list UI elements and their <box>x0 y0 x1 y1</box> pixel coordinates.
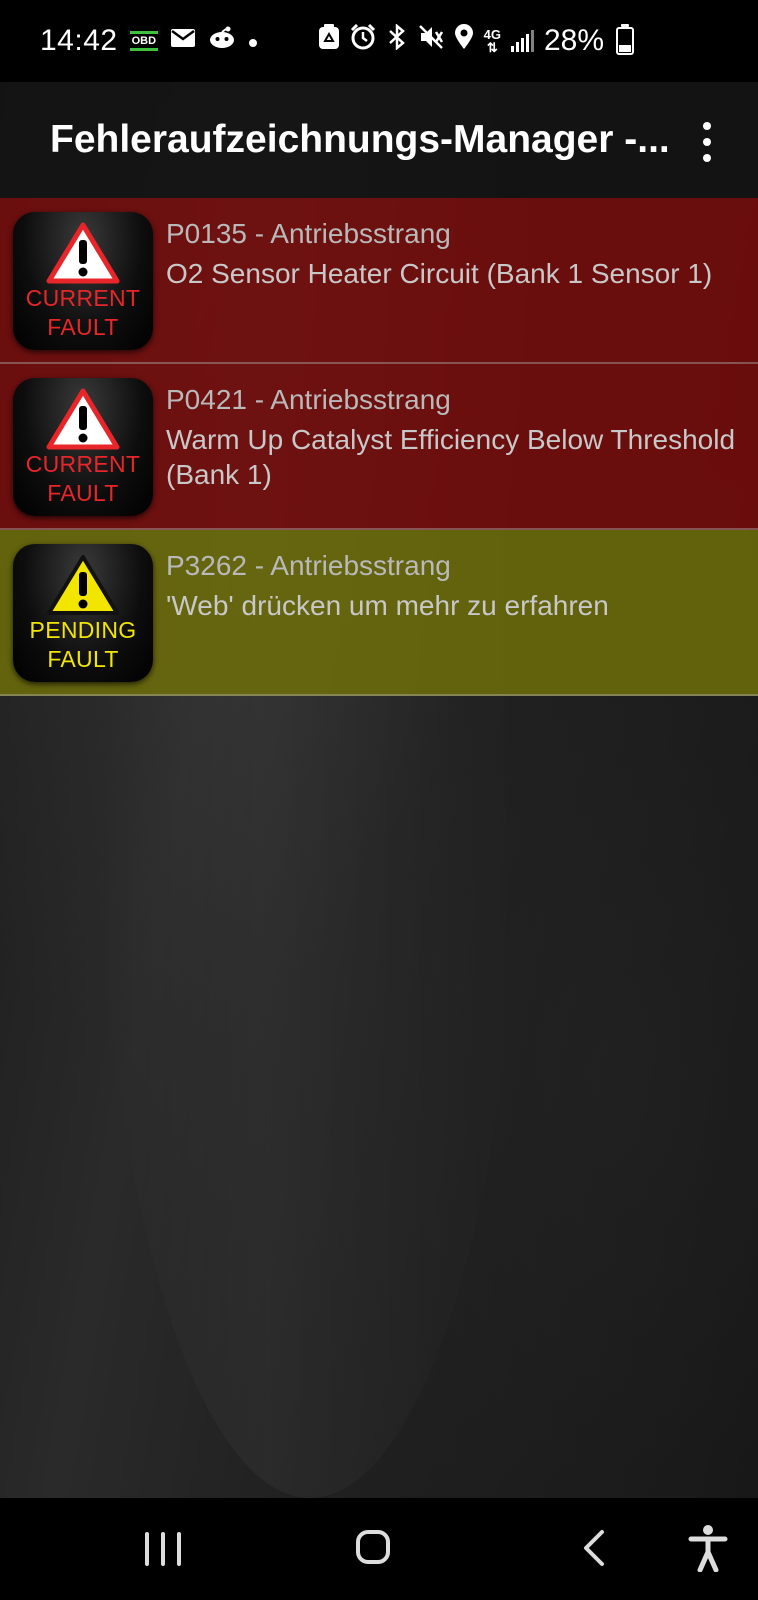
warning-icon <box>46 388 120 450</box>
location-icon <box>454 24 474 58</box>
recycle-icon <box>318 24 340 58</box>
mail-icon <box>170 26 196 56</box>
fault-code: P0421 - Antriebsstrang <box>166 384 451 415</box>
network-4g-icon: 4G ⇅ <box>483 27 501 55</box>
current-fault-badge: CURRENT FAULT <box>13 378 153 516</box>
badge-label: PENDING FAULT <box>29 617 137 672</box>
status-bar: 14:42 OBD 4G ⇅ 28% <box>0 0 758 82</box>
fault-row-p0421[interactable]: CURRENT FAULT P0421 - Antriebsstrang Warm… <box>0 364 758 530</box>
back-icon[interactable] <box>574 1528 614 1568</box>
navigation-bar <box>0 1498 758 1600</box>
accessibility-icon[interactable] <box>688 1524 728 1572</box>
warning-icon <box>46 222 120 284</box>
fault-list: CURRENT FAULT P0135 - Antriebsstrang O2 S… <box>0 198 758 696</box>
app-bar: Fehleraufzeichnungs-Manager -... <box>0 82 758 198</box>
battery-fill <box>619 45 631 52</box>
alarm-icon <box>350 23 376 58</box>
battery-icon <box>616 24 634 55</box>
overflow-menu-icon[interactable] <box>696 122 718 162</box>
mute-vibrate-icon <box>418 24 444 58</box>
fault-description: 'Web' drücken um mehr zu erfahren <box>166 590 609 621</box>
network-label: 4G <box>483 27 501 42</box>
home-icon[interactable] <box>356 1530 390 1564</box>
page-title: Fehleraufzeichnungs-Manager -... <box>50 118 670 161</box>
fault-description: Warm Up Catalyst Efficiency Below Thresh… <box>166 424 736 490</box>
pending-fault-badge: PENDING FAULT <box>13 544 153 682</box>
battery-percent: 28% <box>543 24 604 57</box>
fault-row-p3262[interactable]: PENDING FAULT P3262 - Antriebsstrang 'Web… <box>0 530 758 696</box>
dot-icon <box>248 26 258 56</box>
status-left: 14:42 OBD <box>40 24 258 58</box>
status-time: 14:42 <box>40 24 118 57</box>
fault-row-p0135[interactable]: CURRENT FAULT P0135 - Antriebsstrang O2 S… <box>0 198 758 364</box>
badge-label: CURRENT FAULT <box>25 451 141 506</box>
recents-icon[interactable] <box>145 1532 181 1566</box>
current-fault-badge: CURRENT FAULT <box>13 212 153 350</box>
fault-description: O2 Sensor Heater Circuit (Bank 1 Sensor … <box>166 258 713 289</box>
obd-icon: OBD <box>129 31 159 51</box>
fault-code: P0135 - Antriebsstrang <box>166 218 451 249</box>
bluetooth-icon <box>386 23 408 58</box>
fault-code: P3262 - Antriebsstrang <box>166 550 451 581</box>
status-right: 4G ⇅ 28% <box>318 23 634 58</box>
signal-icon <box>510 30 534 52</box>
reddit-icon <box>208 26 236 56</box>
badge-label: CURRENT FAULT <box>25 285 141 340</box>
warning-icon <box>47 555 119 615</box>
